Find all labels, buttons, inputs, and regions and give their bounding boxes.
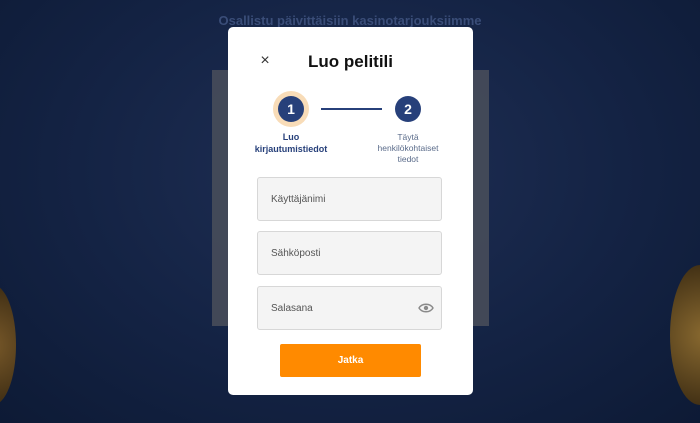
username-field-container (257, 177, 442, 221)
password-input[interactable] (258, 287, 441, 329)
step-1-indicator: 1 (278, 96, 304, 122)
background-coin-right (670, 265, 700, 405)
email-input[interactable] (258, 232, 441, 274)
continue-button[interactable]: Jatka (280, 344, 421, 377)
register-modal: × Luo pelitili 1 2 Luo kirjautumistiedot… (228, 27, 473, 395)
step-2-label: Täytä henkilökohtaiset tiedot (377, 132, 439, 164)
step-1-label: Luo kirjautumistiedot (254, 132, 328, 154)
step-connector-line (321, 108, 382, 110)
password-field-container (257, 286, 442, 330)
background-coin-left (0, 285, 16, 405)
step-2-indicator: 2 (395, 96, 421, 122)
email-field-container (257, 231, 442, 275)
username-input[interactable] (258, 178, 441, 220)
background-heading: Osallistu päivittäisiin kasinotarjouksii… (218, 13, 482, 28)
eye-icon[interactable] (418, 302, 434, 314)
modal-title: Luo pelitili (308, 52, 393, 71)
